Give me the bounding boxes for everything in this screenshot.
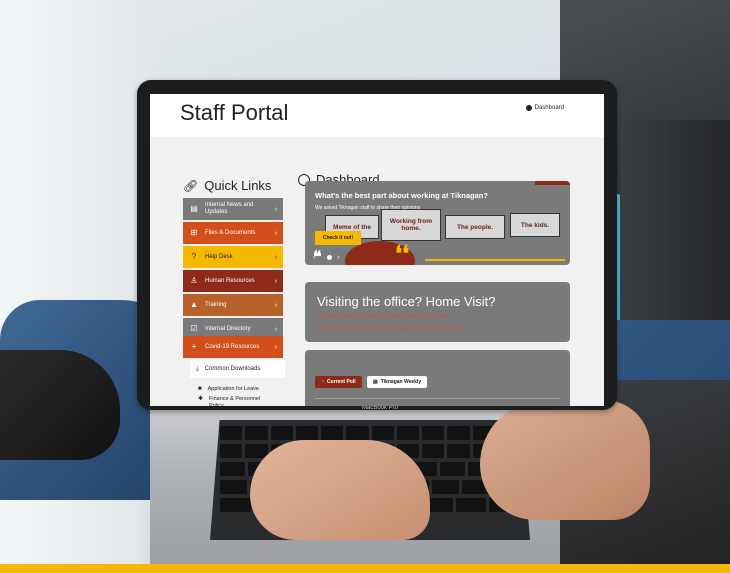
quick-link-internal-news[interactable]: ▤ Internal News and Updates › xyxy=(183,198,283,220)
banner-question: What's the best part about working at Ti… xyxy=(315,191,488,200)
home-visit-card: Visiting the office? Home Visit? Complet… xyxy=(305,282,570,342)
download-item[interactable]: ■ Application for Leave xyxy=(198,386,259,393)
quick-link-files-documents[interactable]: ⊞ Files & Documents › xyxy=(183,222,283,244)
top-nav-dashboard[interactable]: Dashboard xyxy=(525,105,564,111)
document-icon: ■ xyxy=(198,386,202,392)
tab-label: Tiknagan Weekly xyxy=(380,379,422,385)
download-icon: ⤓ xyxy=(196,365,199,372)
quick-link-label: Internal News and Updates xyxy=(205,202,254,215)
quick-link-covid-resources[interactable]: + Covid-19 Resources › xyxy=(183,336,283,358)
quick-link-label: Files & Documents xyxy=(205,230,256,236)
brand-bottom-bar xyxy=(0,564,730,573)
quote-card: Working from home. xyxy=(381,209,441,241)
sneaker xyxy=(0,350,120,460)
home-visit-title: Visiting the office? Home Visit? xyxy=(317,294,496,309)
feature-banner[interactable]: Meme of the Working from home. The peopl… xyxy=(305,181,570,265)
download-item[interactable]: ✱ Finance & Personnel Policy xyxy=(198,396,269,406)
folder-tree-icon: ⊞ xyxy=(190,228,198,237)
common-downloads-label: Common Downloads xyxy=(204,366,261,372)
common-downloads-header[interactable]: ⤓ Common Downloads xyxy=(190,360,285,378)
quick-link-training[interactable]: ▲ Training › xyxy=(183,294,283,316)
poll-card: ◔ Current Poll ▤ Tiknagan Weekly xyxy=(305,350,570,406)
quick-link-label: Training xyxy=(205,302,227,308)
home-visit-screening-link[interactable]: Complete the Home Visit COVID-19 Health … xyxy=(317,326,463,332)
quick-link-help-desk[interactable]: ? Help Desk › xyxy=(183,246,283,268)
carousel-prev-icon[interactable]: ‹ xyxy=(313,254,315,261)
chevron-right-icon: › xyxy=(274,325,277,333)
divider xyxy=(315,398,560,399)
news-icon: ▤ xyxy=(190,204,198,213)
document-icon: ✱ xyxy=(198,396,204,402)
tab-current-poll[interactable]: ◔ Current Poll xyxy=(315,376,362,388)
newspaper-icon: ▤ xyxy=(373,379,378,385)
dashboard-icon xyxy=(525,105,532,111)
quick-link-label: Human Resources xyxy=(205,278,255,284)
check-it-out-button[interactable]: Check it out! xyxy=(315,231,361,245)
right-hand xyxy=(480,400,650,520)
poll-icon: ◔ xyxy=(321,379,325,385)
chevron-right-icon: › xyxy=(274,301,277,309)
quick-link-label: Covid-19 Resources xyxy=(205,344,260,350)
page-title: Staff Portal xyxy=(180,100,289,125)
health-screening-link[interactable]: Complete the daily COVID-19 Health Scree… xyxy=(317,314,450,320)
tab-label: Current Poll xyxy=(327,379,356,385)
quote-mark-icon: ❛❛ xyxy=(395,241,410,265)
chevron-right-icon: › xyxy=(274,277,277,285)
quote-card: The kids. xyxy=(510,213,560,237)
chevron-right-icon: › xyxy=(365,233,367,239)
quick-link-human-resources[interactable]: ♙ Human Resources › xyxy=(183,270,283,292)
quick-link-label: Internal Directory xyxy=(205,326,251,332)
graduation-cap-icon: ▲ xyxy=(190,300,198,309)
left-hand xyxy=(250,440,430,540)
download-item-label: Finance & Personnel Policy xyxy=(209,396,261,406)
chevron-right-icon: › xyxy=(274,229,277,237)
quote-card: The people. xyxy=(445,215,505,239)
people-icon: ♙ xyxy=(190,276,198,285)
chevron-right-icon: › xyxy=(274,253,277,261)
help-icon: ? xyxy=(191,252,197,261)
download-item-label: Application for Leave xyxy=(207,386,259,392)
tab-tiknagan-weekly[interactable]: ▤ Tiknagan Weekly xyxy=(367,376,428,388)
quick-link-label: Help Desk xyxy=(205,254,233,260)
laptop-screen: Staff Portal Dashboard 🔗︎ Quick Links ▤ … xyxy=(150,94,604,406)
quick-links-title: Quick Links xyxy=(204,178,272,193)
link-icon: 🔗︎ xyxy=(183,178,199,193)
carousel-dot[interactable] xyxy=(327,255,332,260)
directory-icon: ☑ xyxy=(190,324,198,333)
carousel-next-icon[interactable]: › xyxy=(337,254,339,261)
chevron-right-icon: › xyxy=(274,343,277,351)
banner-subtitle: We asked Tiknagan staff to share their o… xyxy=(315,205,421,211)
banner-red-accent xyxy=(535,181,570,185)
portal-header: Staff Portal Dashboard xyxy=(150,94,604,137)
top-nav-label: Dashboard xyxy=(534,105,564,111)
banner-yellow-line xyxy=(425,259,565,261)
quick-links-heading: 🔗︎ Quick Links xyxy=(183,178,271,193)
chevron-right-icon: › xyxy=(274,205,277,213)
medical-icon: + xyxy=(191,342,197,351)
